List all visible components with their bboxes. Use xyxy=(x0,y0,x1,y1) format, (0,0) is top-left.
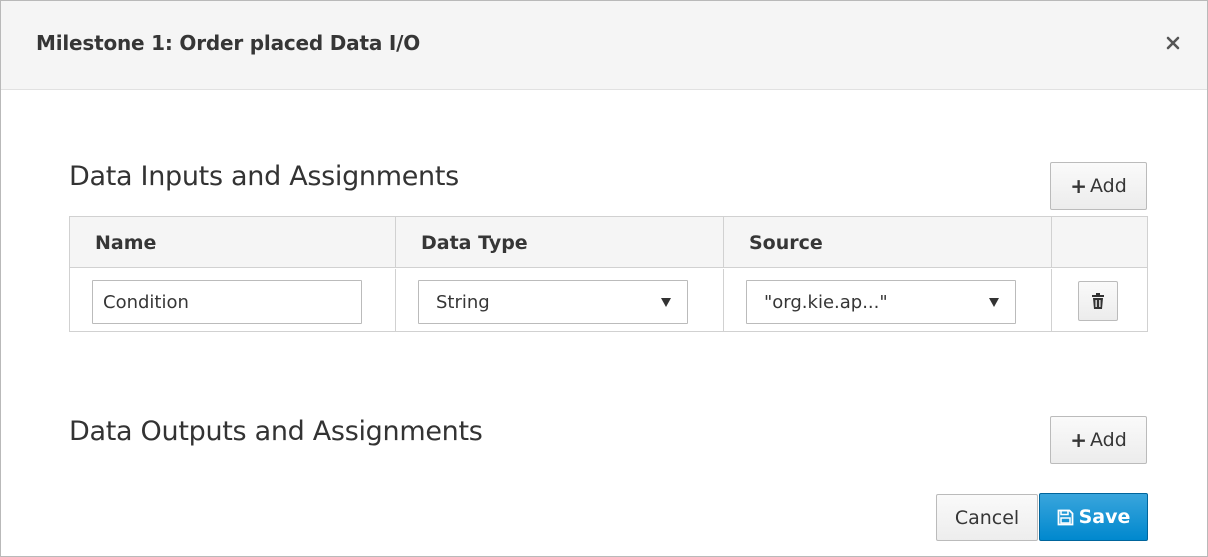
source-value: "org.kie.ap..." xyxy=(764,291,888,313)
cancel-button[interactable]: Cancel xyxy=(936,494,1038,541)
add-output-button[interactable]: + Add xyxy=(1050,416,1147,464)
data-outputs-heading: Data Outputs and Assignments xyxy=(69,416,483,447)
add-input-label: Add xyxy=(1089,175,1127,197)
add-output-label: Add xyxy=(1089,429,1127,451)
actions-cell xyxy=(1052,269,1149,332)
source-cell: "org.kie.ap..." xyxy=(724,269,1052,332)
trash-icon xyxy=(1092,293,1104,309)
save-button[interactable]: Save xyxy=(1039,493,1148,541)
data-inputs-heading: Data Inputs and Assignments xyxy=(69,161,459,192)
caret-down-icon xyxy=(989,298,999,307)
column-header-actions xyxy=(1052,217,1149,268)
column-header-data-type: Data Type xyxy=(396,217,724,268)
save-icon xyxy=(1057,509,1074,525)
plus-icon: + xyxy=(1070,174,1087,198)
close-icon[interactable] xyxy=(1163,33,1183,53)
name-input[interactable] xyxy=(92,280,362,324)
dialog-title: Milestone 1: Order placed Data I/O xyxy=(36,31,421,55)
source-select[interactable]: "org.kie.ap..." xyxy=(746,280,1016,324)
table-header: Name Data Type Source xyxy=(70,217,1147,268)
name-cell xyxy=(70,269,396,332)
table-row: String "org.kie.ap..." xyxy=(70,269,1147,332)
column-header-source: Source xyxy=(724,217,1052,268)
data-io-dialog: Milestone 1: Order placed Data I/O Data … xyxy=(0,0,1208,557)
caret-down-icon xyxy=(661,298,671,307)
add-input-button[interactable]: + Add xyxy=(1050,162,1147,210)
data-type-select[interactable]: String xyxy=(418,280,688,324)
cancel-label: Cancel xyxy=(954,506,1020,529)
data-type-value: String xyxy=(436,291,490,313)
save-label: Save xyxy=(1078,506,1131,528)
data-inputs-table: Name Data Type Source String "org.kie.ap… xyxy=(69,216,1148,332)
data-type-cell: String xyxy=(396,269,724,332)
dialog-header: Milestone 1: Order placed Data I/O xyxy=(1,1,1207,90)
plus-icon: + xyxy=(1070,428,1087,452)
delete-row-button[interactable] xyxy=(1078,281,1118,321)
column-header-name: Name xyxy=(70,217,396,268)
